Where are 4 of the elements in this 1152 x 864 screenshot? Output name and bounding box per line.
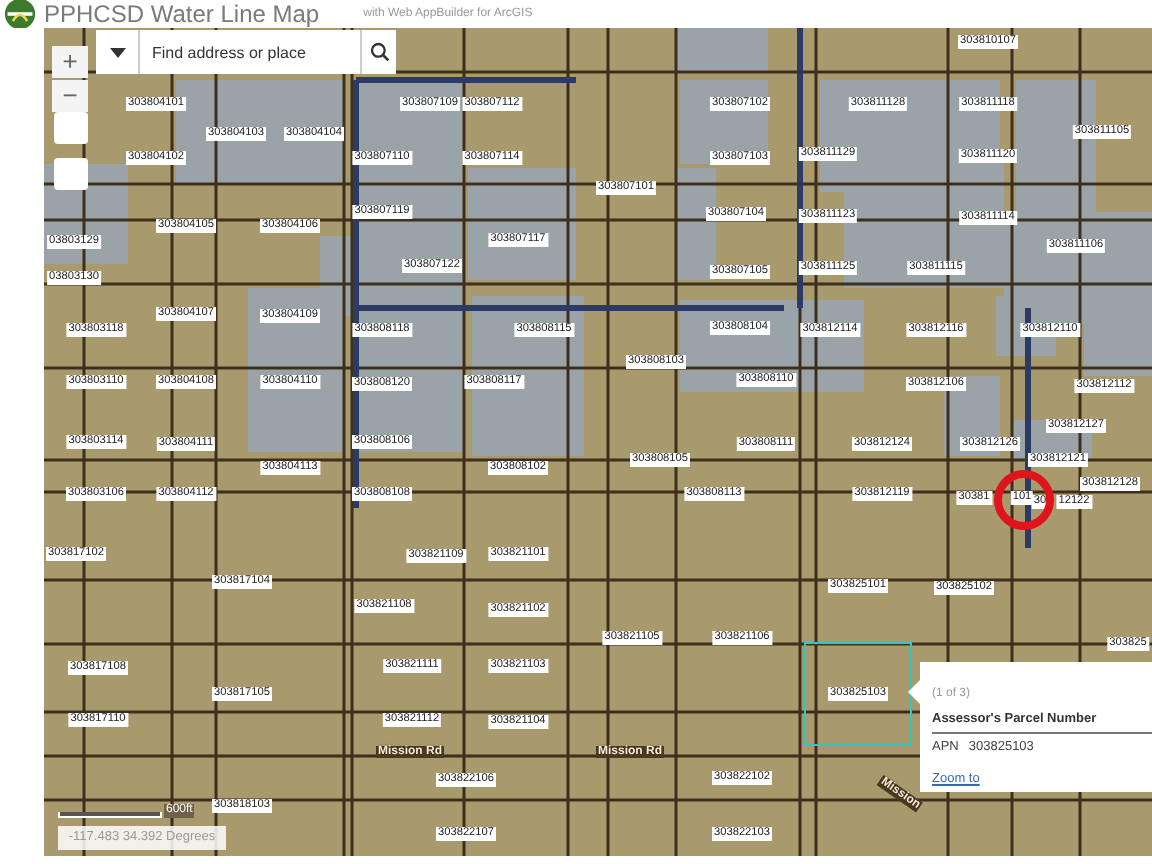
zoom-out-button[interactable]: −	[52, 80, 88, 112]
search-field[interactable]: Find address or place	[140, 30, 360, 74]
app-title: PPHCSD Water Line Map	[44, 0, 320, 28]
zoom-in-button[interactable]: +	[52, 46, 88, 78]
